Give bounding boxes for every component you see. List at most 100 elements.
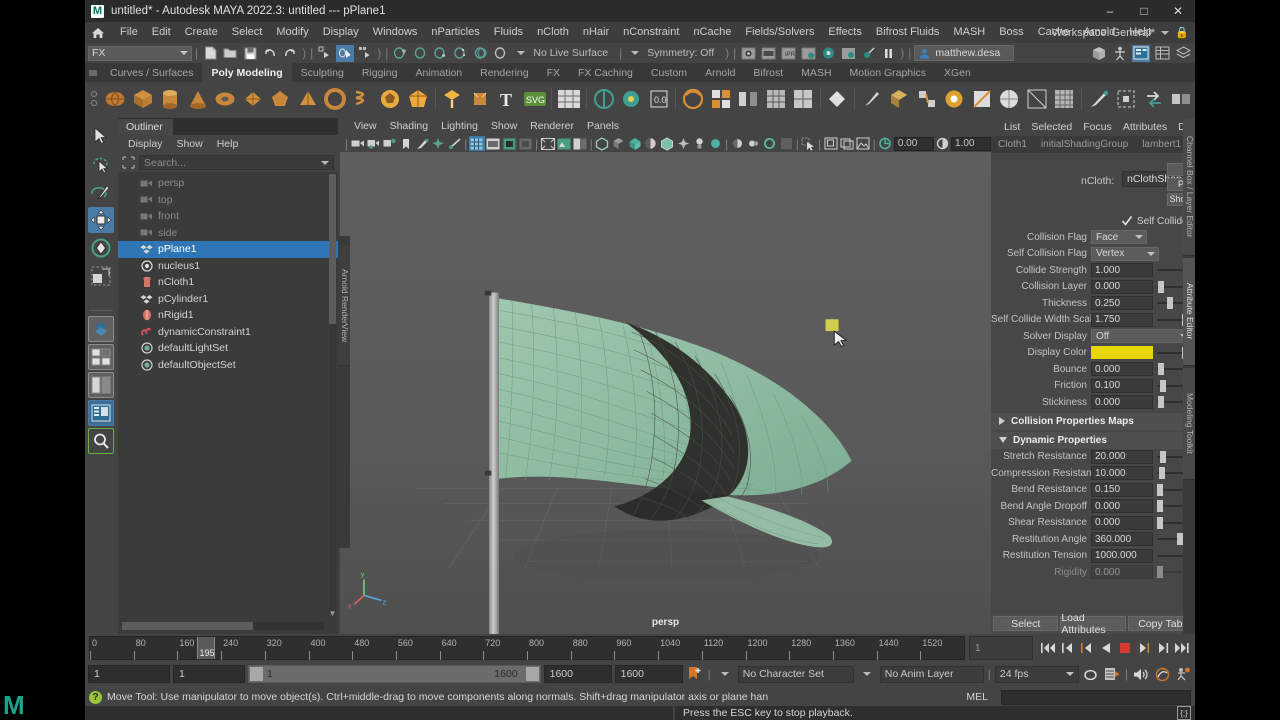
- self-collide-checkbox[interactable]: [1122, 216, 1132, 226]
- shelf-grip-icon[interactable]: [85, 63, 101, 82]
- chevron-down-icon[interactable]: [720, 672, 729, 676]
- shelf-tab-bifrost[interactable]: Bifrost: [744, 63, 792, 82]
- maximize-button[interactable]: □: [1127, 0, 1161, 22]
- viewport-menu-view[interactable]: View: [348, 118, 383, 135]
- select-button[interactable]: Select: [993, 616, 1059, 631]
- shelf-tab-mash[interactable]: MASH: [792, 63, 840, 82]
- attr-value-input[interactable]: 20.000: [1091, 449, 1153, 464]
- script-editor-icon[interactable]: {;}: [1177, 706, 1191, 720]
- layout-single-perspective-button[interactable]: [87, 316, 114, 342]
- menu-item-file[interactable]: File: [113, 22, 145, 43]
- menu-item-ncloth[interactable]: nCloth: [530, 22, 576, 43]
- viewport-menu-show[interactable]: Show: [485, 118, 523, 135]
- rotate-tool-button[interactable]: [88, 235, 114, 261]
- layout-four-view-button[interactable]: [87, 344, 114, 370]
- viewport-menu-panels[interactable]: Panels: [581, 118, 625, 135]
- range-right-grip[interactable]: [525, 667, 539, 681]
- poly-sphere-icon[interactable]: [103, 85, 128, 112]
- outliner-item-front[interactable]: front: [118, 208, 338, 225]
- ncloth-property-icon[interactable]: 0.0: [646, 85, 671, 112]
- channel-box-layer-editor-vertical-tab[interactable]: Channel Box / Layer Editor: [1183, 118, 1195, 256]
- menu-item-effects[interactable]: Effects: [821, 22, 868, 43]
- outliner-item-persp[interactable]: persp: [118, 175, 338, 192]
- step-forward-frame-button[interactable]: [1155, 641, 1170, 656]
- attr-value-input[interactable]: 0.000: [1091, 362, 1153, 377]
- attribute-editor-toggle-icon[interactable]: [1132, 44, 1150, 62]
- attr-value-input[interactable]: 0.000: [1091, 279, 1153, 294]
- shelf-tab-poly-modeling[interactable]: Poly Modeling: [202, 63, 292, 82]
- select-tool-button[interactable]: [88, 123, 114, 149]
- ae-menu-focus[interactable]: Focus: [1078, 118, 1117, 136]
- transfer-attributes-icon[interactable]: [1141, 85, 1166, 112]
- snap-to-point-icon[interactable]: [431, 45, 449, 62]
- outliner-horizontal-scrollbar[interactable]: [122, 622, 324, 630]
- viewport-menu-shading[interactable]: Shading: [384, 118, 435, 135]
- range-slider[interactable]: 1 1600: [248, 665, 541, 683]
- shadows-icon[interactable]: [572, 136, 587, 151]
- fps-dropdown[interactable]: 24 fps: [994, 665, 1079, 683]
- ae-tab-lambert1[interactable]: lambert1: [1135, 136, 1188, 153]
- menu-item-boss[interactable]: Boss: [992, 22, 1030, 43]
- chevron-down-icon[interactable]: [631, 51, 640, 55]
- poly-crease-icon[interactable]: [969, 85, 994, 112]
- poly-cylinder-icon[interactable]: [158, 85, 183, 112]
- outliner-item-defaultobjectset[interactable]: defaultObjectSet: [118, 357, 338, 374]
- outliner-vertical-scrollbar[interactable]: [329, 174, 336, 610]
- help-icon[interactable]: ?: [89, 690, 102, 704]
- attr-value-input[interactable]: 0.000: [1091, 499, 1153, 514]
- poly-pyramid-icon[interactable]: [295, 85, 320, 112]
- poly-retopo-icon[interactable]: [997, 85, 1022, 112]
- chevron-down-icon[interactable]: [862, 672, 871, 676]
- hypershade-icon[interactable]: [859, 45, 877, 62]
- stop-button[interactable]: [1117, 641, 1132, 656]
- use-default-lighting-icon[interactable]: [556, 136, 571, 151]
- show-hide-render-view-icon[interactable]: [739, 45, 757, 62]
- sculpt-cube-icon[interactable]: [887, 85, 912, 112]
- menu-item-nhair[interactable]: nHair: [576, 22, 616, 43]
- image-plane-icon[interactable]: [855, 136, 870, 151]
- self-collision-flag-dropdown[interactable]: Vertex: [1091, 246, 1159, 261]
- lattice-icon[interactable]: [1114, 85, 1139, 112]
- auto-keyframe-icon[interactable]: [686, 665, 704, 683]
- loop-playback-icon[interactable]: [1082, 665, 1100, 683]
- attribute-editor-vertical-tab[interactable]: Attribute Editor: [1183, 258, 1195, 366]
- go-to-end-button[interactable]: [1174, 641, 1189, 656]
- step-back-frame-button[interactable]: [1079, 641, 1094, 656]
- menu-item-nparticles[interactable]: nParticles: [424, 22, 486, 43]
- menu-item-fluids[interactable]: Fluids: [487, 22, 530, 43]
- ncloth-cube-icon[interactable]: [942, 85, 967, 112]
- camera-attributes-icon[interactable]: [366, 136, 381, 151]
- menuset-dropdown[interactable]: FX: [88, 45, 192, 61]
- dim-lights-icon[interactable]: [708, 136, 723, 151]
- outliner-item-defaultlightset[interactable]: defaultLightSet: [118, 340, 338, 357]
- outliner-menu-help[interactable]: Help: [211, 135, 245, 153]
- select-by-hierarchy-icon[interactable]: [316, 45, 334, 62]
- range-left-grip[interactable]: [250, 667, 263, 681]
- self-collide-row[interactable]: Self Collide: [991, 213, 1195, 229]
- render-current-frame-icon[interactable]: [759, 45, 777, 62]
- outliner-menu-display[interactable]: Display: [122, 135, 168, 153]
- ncloth-create-icon[interactable]: [591, 85, 616, 112]
- new-scene-icon[interactable]: [201, 45, 219, 62]
- shelf-tab-fx-caching[interactable]: FX Caching: [569, 63, 642, 82]
- poly-boolean-icon[interactable]: [708, 85, 733, 112]
- render-settings-icon[interactable]: [819, 45, 837, 62]
- playback-end-field[interactable]: 1600: [614, 665, 683, 683]
- ae-menu-list[interactable]: List: [999, 118, 1025, 136]
- sound-icon[interactable]: [1132, 665, 1150, 683]
- svg-tool-icon[interactable]: SVG: [522, 85, 547, 112]
- shelf-tab-motion-graphics[interactable]: Motion Graphics: [841, 63, 935, 82]
- poly-prism-icon[interactable]: [268, 85, 293, 112]
- attr-value-input[interactable]: 360.000: [1091, 532, 1153, 547]
- make-live-icon[interactable]: [491, 45, 509, 62]
- attr-value-input[interactable]: 1.000: [1091, 263, 1153, 278]
- outliner-item-pplane1[interactable]: pPlane1: [118, 241, 338, 258]
- render-view-icon[interactable]: [839, 45, 857, 62]
- workspace-selector[interactable]: Workspace: General* 🔒: [1052, 22, 1193, 43]
- ae-tab-cloth1[interactable]: Cloth1: [991, 136, 1034, 153]
- character-set-dropdown[interactable]: No Character Set: [737, 665, 854, 683]
- menu-item-windows[interactable]: Windows: [366, 22, 425, 43]
- attr-value-input[interactable]: 10.000: [1091, 466, 1153, 481]
- poly-torus-icon[interactable]: [213, 85, 238, 112]
- poly-sculpt-grid-icon[interactable]: [763, 85, 788, 112]
